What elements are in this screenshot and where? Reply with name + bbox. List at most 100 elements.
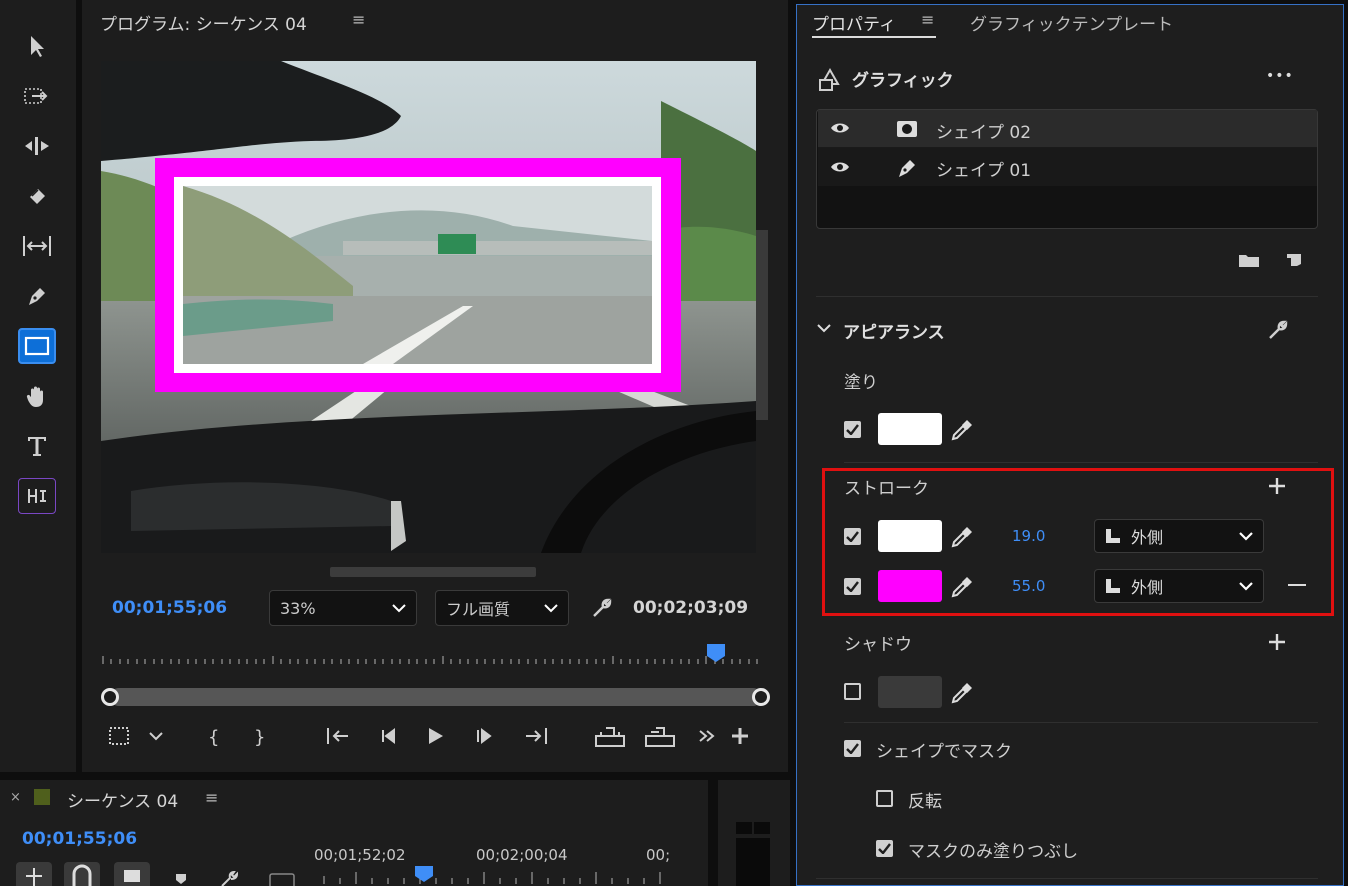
appearance-header[interactable]: アピアランス xyxy=(843,318,945,343)
graphic-icon xyxy=(816,66,846,92)
shape-mask-icon xyxy=(896,119,918,139)
razor-icon xyxy=(30,189,45,204)
fill-checkbox[interactable] xyxy=(844,421,861,438)
tab-graphic-templates[interactable]: グラフィックテンプレート xyxy=(970,10,1173,35)
razor-tool-button[interactable] xyxy=(18,178,56,214)
eye-icon[interactable] xyxy=(830,121,850,135)
selection-tool-button[interactable] xyxy=(18,28,56,64)
button-editor-plus-icon xyxy=(732,728,748,744)
sequence-tab-label[interactable]: シーケンス 04 xyxy=(67,787,178,812)
new-group-folder-icon[interactable] xyxy=(1238,252,1260,268)
video-preview[interactable] xyxy=(101,61,756,553)
masked-video-region xyxy=(183,186,652,364)
fill-label: 塗り xyxy=(844,373,878,393)
slip-tool-button[interactable] xyxy=(18,228,56,264)
playback-resolution-value: フル画質 xyxy=(446,600,511,619)
hand-tool-button[interactable] xyxy=(18,378,56,414)
divider xyxy=(816,296,1318,297)
layer-name: シェイプ 01 xyxy=(936,161,1032,181)
timeline-timecode[interactable]: 00;01;55;06 xyxy=(22,829,137,849)
go-to-in-icon xyxy=(327,728,348,744)
fill-mask-only-label: マスクのみ塗りつぶし xyxy=(908,842,1079,862)
panel-menu-icon[interactable]: ≡ xyxy=(205,788,218,807)
divider xyxy=(816,878,1318,879)
eyedropper-icon[interactable] xyxy=(950,681,974,705)
playhead-marker xyxy=(707,644,725,662)
new-item-icon[interactable] xyxy=(1285,250,1303,268)
settings-wrench-icon[interactable] xyxy=(590,596,614,620)
audio-meter-panel xyxy=(718,780,790,886)
lift-icon xyxy=(595,727,625,747)
graphic-header: グラフィック xyxy=(852,71,954,91)
shadow-checkbox[interactable] xyxy=(844,683,861,700)
tools-panel xyxy=(0,0,76,772)
eye-icon[interactable] xyxy=(830,160,850,174)
pen-icon xyxy=(29,288,45,305)
zoom-bar-right-handle[interactable] xyxy=(752,688,770,706)
mark-out-icon: } xyxy=(254,727,265,748)
shadow-color-swatch[interactable] xyxy=(878,676,942,708)
tab-menu-icon[interactable]: ≡ xyxy=(921,10,934,29)
duration-timecode: 00;02;03;09 xyxy=(633,598,749,618)
marker-icon xyxy=(176,874,186,884)
step-back-icon xyxy=(382,728,395,744)
program-monitor-title[interactable]: プログラム: シーケンス 04 xyxy=(100,10,307,35)
rectangle-tool-button[interactable] xyxy=(18,328,56,364)
close-panel-icon[interactable]: × xyxy=(10,790,21,805)
panel-menu-icon[interactable]: ≡ xyxy=(352,10,365,29)
ruler-label-2: 00;02;00;04 xyxy=(476,846,568,864)
active-tab-underline xyxy=(812,36,936,38)
captions-icon xyxy=(269,873,295,886)
pen-tool-button[interactable] xyxy=(18,278,56,314)
stroke-highlight-box xyxy=(822,468,1334,616)
timeline-tools-row xyxy=(16,860,306,886)
rectangle-icon xyxy=(24,336,50,356)
ripple-edit-tool-button[interactable] xyxy=(18,128,56,164)
pen-icon xyxy=(896,156,920,180)
layer-row-shape-01[interactable]: シェイプ 01 xyxy=(818,148,1317,186)
timeline-playhead xyxy=(415,866,433,882)
ripple-edit-icon xyxy=(25,137,49,155)
type-icon xyxy=(28,437,46,456)
current-timecode[interactable]: 00;01;55;06 xyxy=(112,598,227,618)
mark-in-icon: { xyxy=(208,727,219,748)
zoom-level-value: 33% xyxy=(280,598,316,618)
time-ruler[interactable] xyxy=(101,640,766,670)
timeline-ruler-ticks[interactable] xyxy=(320,866,680,886)
invert-label: 反転 xyxy=(908,792,942,812)
chevron-down-icon xyxy=(544,604,558,613)
mask-with-shape-checkbox[interactable] xyxy=(844,740,861,757)
track-select-forward-tool-button[interactable] xyxy=(18,78,56,114)
more-options-icon[interactable]: ••• xyxy=(1266,68,1294,84)
tab-properties[interactable]: プロパティ xyxy=(812,10,896,35)
invert-checkbox[interactable] xyxy=(876,790,893,807)
fill-mask-only-checkbox[interactable] xyxy=(876,840,893,857)
eyedropper-icon[interactable] xyxy=(950,418,974,442)
layer-row-shape-02[interactable]: シェイプ 02 xyxy=(818,110,1317,148)
shadow-label: シャドウ xyxy=(844,635,912,655)
zoom-bar-left-handle[interactable] xyxy=(101,688,119,706)
viewer-scrollbar[interactable] xyxy=(756,230,768,420)
sequence-color-swatch xyxy=(34,789,50,805)
playback-resolution-dropdown[interactable]: フル画質 xyxy=(435,590,569,626)
remix-icon xyxy=(28,489,46,503)
type-tool-button[interactable] xyxy=(18,428,56,464)
chevron-down-icon xyxy=(392,604,406,613)
wrench-icon xyxy=(221,870,239,886)
add-shadow-plus-icon[interactable] xyxy=(1268,633,1286,651)
extract-icon xyxy=(645,727,675,747)
remix-tool-button[interactable] xyxy=(18,478,56,514)
layer-name: シェイプ 02 xyxy=(936,123,1032,143)
hand-icon xyxy=(26,386,43,407)
masked-video-image xyxy=(183,186,652,364)
transport-controls: { } xyxy=(106,724,756,750)
more-controls-icon xyxy=(699,730,715,742)
appearance-wrench-icon[interactable] xyxy=(1266,318,1290,342)
collapse-chevron-icon[interactable] xyxy=(816,322,832,334)
slip-icon xyxy=(23,236,51,256)
horizontal-scrollbar[interactable] xyxy=(330,567,536,577)
fill-color-swatch[interactable] xyxy=(878,413,942,445)
zoom-level-dropdown[interactable]: 33% xyxy=(269,590,417,626)
zoom-scroll-bar[interactable] xyxy=(110,688,762,706)
play-icon xyxy=(429,728,443,744)
